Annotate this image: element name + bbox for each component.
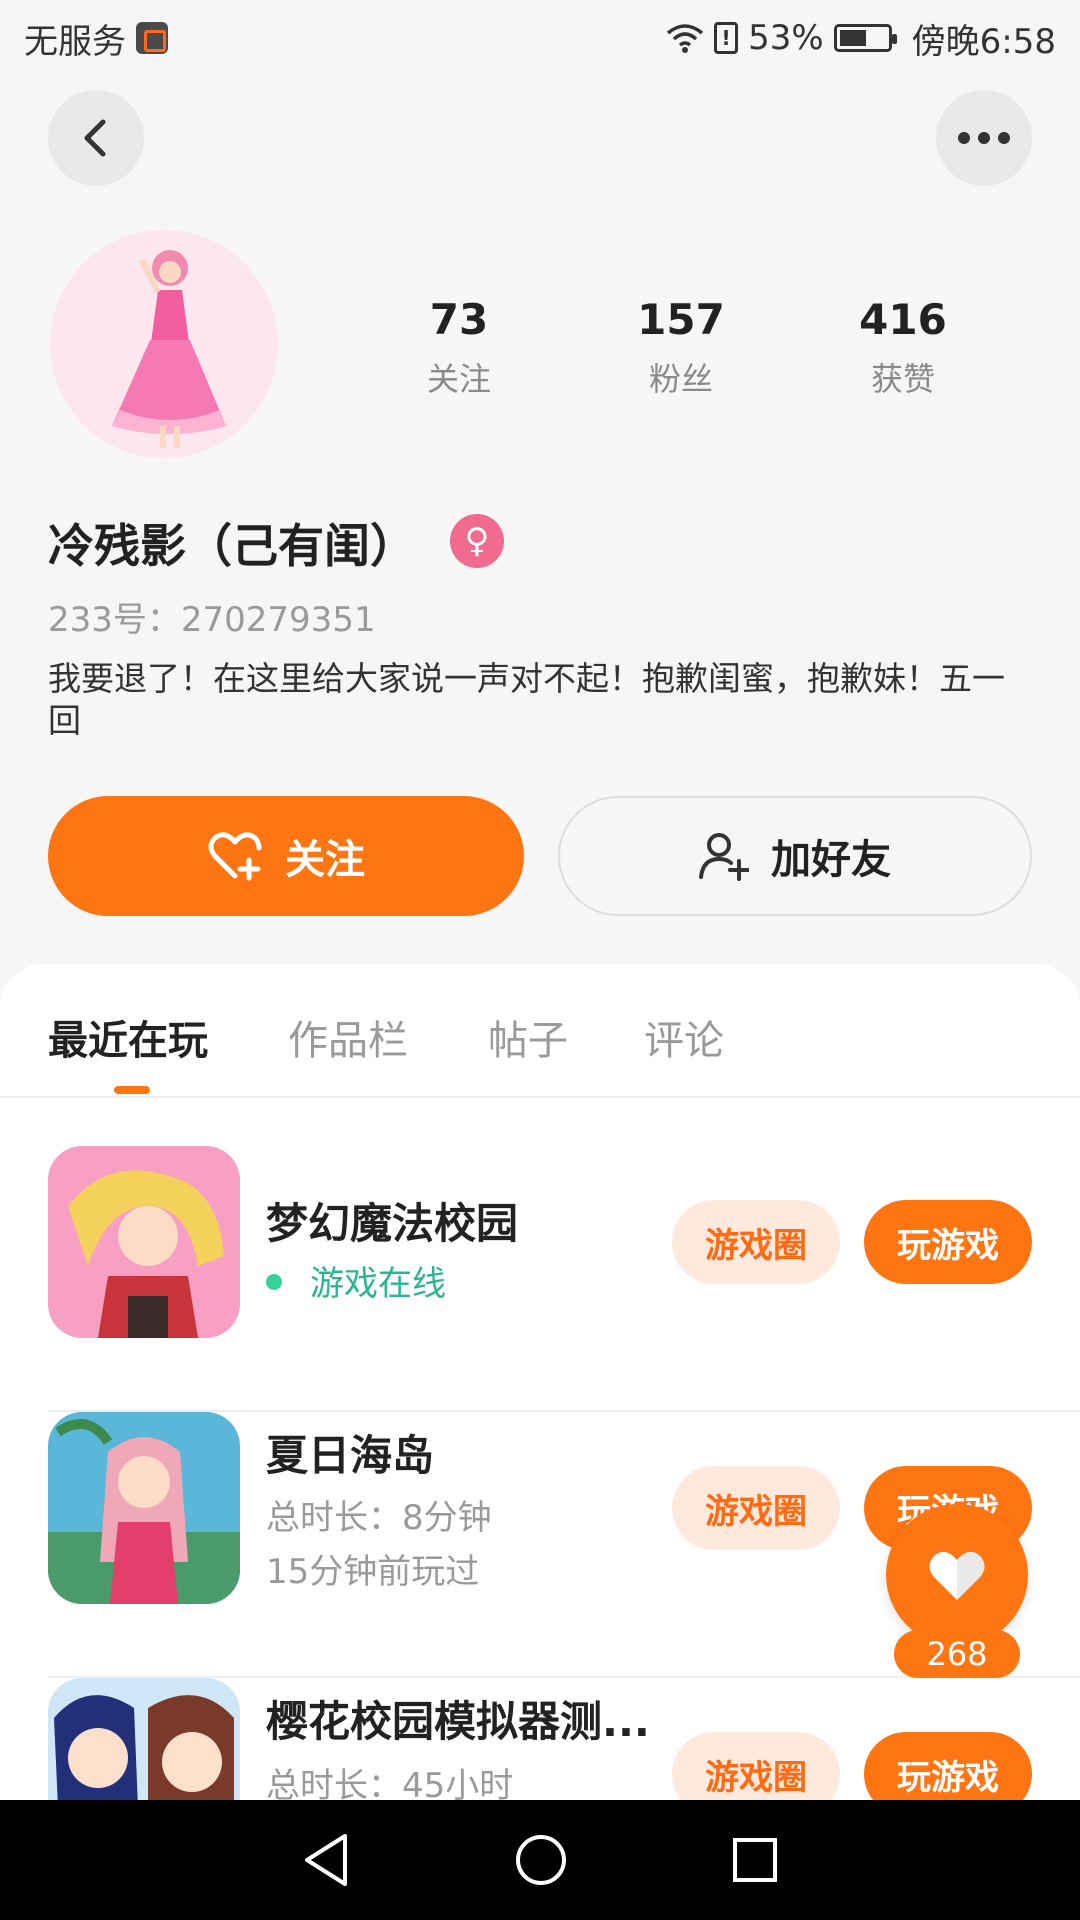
user-bio: 我要退了！在这里给大家说一声对不起！抱歉闺蜜，抱歉妹！五一回	[48, 659, 1005, 740]
nav-recents-icon[interactable]	[731, 1836, 779, 1884]
tab-recently-played[interactable]: 最近在玩	[48, 1008, 208, 1066]
sim-alert-icon: !	[714, 22, 739, 54]
stat-label: 粉丝	[648, 360, 713, 398]
user-name: 冷残影（己有闺）	[48, 519, 416, 573]
tab-comments[interactable]: 评论	[644, 1008, 724, 1066]
game-cover-image	[48, 1146, 240, 1338]
tab-works[interactable]: 作品栏	[288, 1008, 408, 1066]
game-icon[interactable]	[48, 1146, 240, 1338]
back-button[interactable]	[48, 90, 144, 186]
game-title: 梦幻魔法校园	[266, 1199, 519, 1248]
game-cover-image	[48, 1678, 240, 1800]
chevron-left-icon	[84, 119, 106, 157]
play-duration: 总时长：45小时	[266, 1766, 514, 1800]
follow-label: 关注	[285, 837, 365, 883]
follow-button[interactable]: 关注	[48, 796, 524, 916]
tab-indicator	[114, 1086, 150, 1094]
last-played: 15分钟前玩过	[266, 1552, 480, 1592]
status-bar: 无服务 ! 53% 傍晚6:58	[0, 0, 1080, 76]
nav-back-icon[interactable]	[301, 1832, 351, 1888]
stat-likes[interactable]: 416 获赞	[792, 292, 1014, 400]
online-status: 游戏在线	[266, 1256, 446, 1305]
app-notification-icon	[136, 22, 168, 54]
game-cover-image	[48, 1412, 240, 1604]
game-title: 夏日海岛	[266, 1431, 435, 1480]
play-game-button[interactable]: 玩游戏	[864, 1200, 1032, 1284]
user-id: 233号：270279351	[48, 600, 376, 640]
tab-bar: 最近在玩 作品栏 帖子 评论	[0, 964, 1080, 1098]
add-friend-button[interactable]: 加好友	[558, 796, 1032, 916]
play-duration: 总时长：8分钟	[266, 1498, 492, 1538]
clock: 傍晚6:58	[911, 21, 1056, 62]
stat-fans[interactable]: 157 粉丝	[570, 292, 792, 400]
stat-label: 获赞	[870, 360, 935, 398]
like-floating-button[interactable]	[886, 1504, 1028, 1646]
battery-percent: 53%	[748, 18, 824, 58]
add-user-icon	[699, 833, 749, 881]
profile-stats: 73 关注 157 粉丝 416 获赞	[348, 292, 1014, 400]
female-gender-icon: ♀	[450, 514, 504, 568]
game-title: 樱花校园模拟器测...	[266, 1697, 650, 1746]
stat-following[interactable]: 73 关注	[348, 292, 570, 400]
system-navigation-bar	[0, 1800, 1080, 1920]
wifi-icon	[666, 24, 704, 53]
more-options-button[interactable]	[936, 90, 1032, 186]
stat-value: 157	[637, 295, 725, 344]
avatar-image	[50, 230, 278, 458]
stat-label: 关注	[426, 360, 491, 398]
game-circle-button[interactable]: 游戏圈	[672, 1200, 840, 1284]
carrier-text: 无服务	[24, 21, 126, 62]
game-circle-button[interactable]: 游戏圈	[672, 1466, 840, 1550]
heart-icon	[929, 1551, 985, 1600]
stat-value: 416	[859, 295, 947, 344]
game-row[interactable]: 梦幻魔法校园 游戏在线 游戏圈 玩游戏	[48, 1146, 1080, 1412]
nav-home-icon[interactable]	[514, 1833, 568, 1887]
online-dot-icon	[266, 1273, 282, 1290]
tab-posts[interactable]: 帖子	[488, 1008, 568, 1066]
play-game-button[interactable]: 玩游戏	[864, 1732, 1032, 1800]
game-icon[interactable]	[48, 1412, 240, 1604]
avatar[interactable]	[50, 230, 278, 458]
game-circle-button[interactable]: 游戏圈	[672, 1732, 840, 1800]
game-icon[interactable]	[48, 1678, 240, 1800]
like-count: 268	[894, 1630, 1020, 1678]
more-dots-icon	[958, 132, 1010, 144]
heart-plus-icon	[208, 832, 262, 881]
battery-icon	[833, 24, 897, 52]
online-status-text: 游戏在线	[310, 1264, 446, 1304]
add-friend-label: 加好友	[771, 837, 891, 883]
stat-value: 73	[429, 295, 489, 344]
game-row[interactable]: 樱花校园模拟器测... 总时长：45小时 游戏圈 玩游戏	[48, 1678, 1080, 1800]
